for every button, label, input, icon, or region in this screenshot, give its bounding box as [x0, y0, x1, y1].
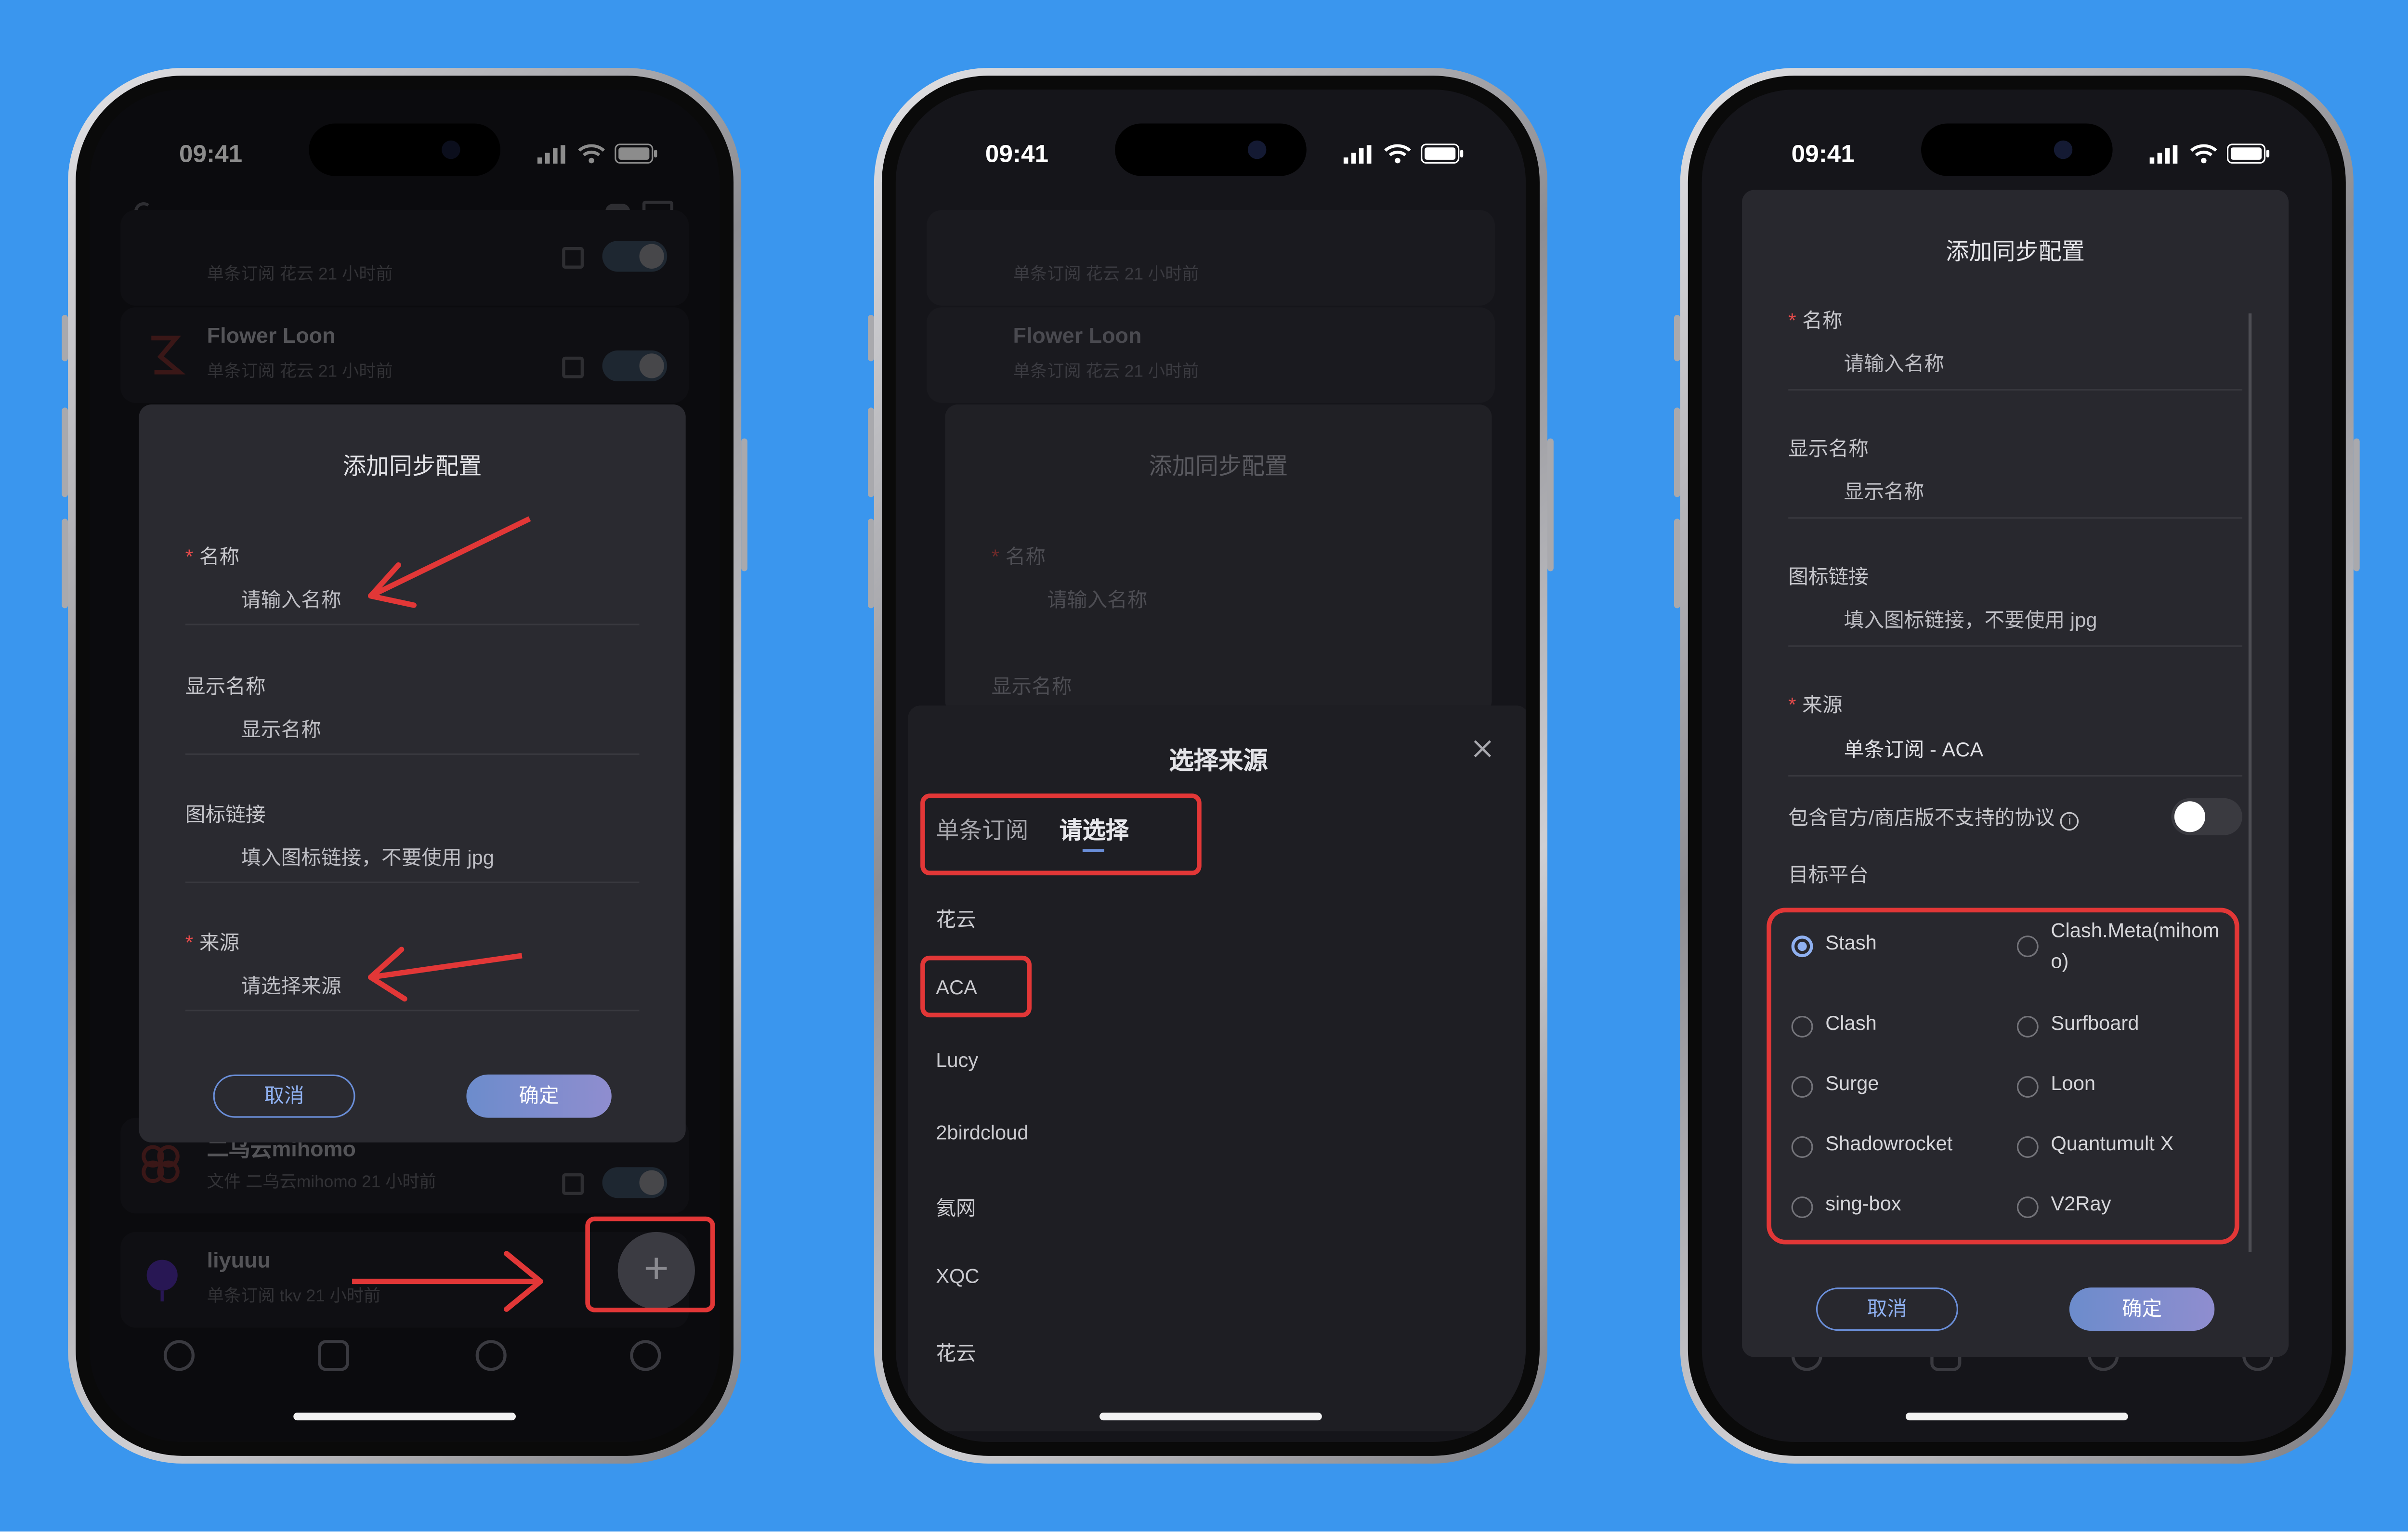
- unsupported-protocol-toggle[interactable]: [2171, 798, 2242, 835]
- icon-url-label: 图标链接: [1788, 565, 1869, 588]
- status-icons: [1343, 143, 1464, 164]
- wifi-icon: [2190, 144, 2217, 164]
- source-label: * 来源: [1788, 693, 1843, 716]
- name-label: * 名称: [1788, 309, 1843, 332]
- display-name-label: 显示名称: [185, 675, 266, 698]
- name-label: * 名称: [185, 545, 240, 569]
- select-source-sheet: 选择来源 单条订阅 请选择 花云 ACA Lucy 2birdcloud 氦网 …: [908, 705, 1526, 1431]
- dialog-title: 添加同步配置: [342, 454, 482, 480]
- phone-1-screen: 09:41 同步 ? 单条订阅 花云 21 小时前 Flower Loon 单条…: [89, 89, 720, 1442]
- source-option[interactable]: 花云: [936, 903, 976, 933]
- display-name-input[interactable]: 显示名称: [1844, 476, 1924, 505]
- phone-2: 09:41 同步 单条订阅 花云 21 小时前 Flower Loon单条订阅 …: [868, 68, 1554, 1464]
- info-icon[interactable]: i: [2060, 812, 2079, 831]
- cellular-icon: [2149, 144, 2178, 163]
- source-option[interactable]: Lucy: [936, 1048, 978, 1071]
- item-subtitle: 单条订阅 花云 21 小时前: [1013, 265, 1199, 285]
- name-input[interactable]: 请输入名称: [1844, 347, 1944, 377]
- highlight-tabs: [920, 793, 1202, 876]
- settings-icon[interactable]: [630, 1340, 661, 1371]
- list-item: Flower Loon 单条订阅 花云 21 小时前: [926, 307, 1495, 403]
- bottom-tab-bar: [90, 1322, 720, 1383]
- icon-url-input[interactable]: 填入图标链接，不要使用 jpg: [241, 842, 494, 871]
- arrow-annotation-source: [367, 947, 523, 1002]
- add-sync-dialog: 添加同步配置 * 名称 请输入名称 显示名称 显示名称 图标链接 填入图标链接，不…: [1742, 190, 2289, 1357]
- link-icon[interactable]: [163, 1340, 195, 1371]
- phone-3: 09:41 添加同步配置 * 名称 请输入名称 显示名称 显示名称 图标链接 填入…: [1674, 68, 2360, 1464]
- target-platform-label: 目标平台: [1788, 863, 1869, 886]
- display-name-input[interactable]: 显示名称: [241, 713, 321, 742]
- cellular-icon: [1343, 144, 1372, 163]
- source-option[interactable]: 花云: [936, 1337, 976, 1366]
- scrollbar[interactable]: [2248, 313, 2252, 1252]
- source-select[interactable]: 单条订阅 - ACA: [1844, 733, 1984, 763]
- dynamic-island: [1921, 123, 2113, 176]
- confirm-button[interactable]: 确定: [466, 1074, 612, 1118]
- wifi-icon: [1384, 144, 1411, 164]
- home-indicator: [293, 1413, 516, 1421]
- status-time: 09:41: [1791, 142, 1855, 169]
- source-option[interactable]: XQC: [936, 1264, 979, 1287]
- name-label: * 名称: [991, 545, 1046, 569]
- grid-icon[interactable]: [318, 1340, 349, 1371]
- display-name-label: 显示名称: [991, 675, 1072, 698]
- cancel-button[interactable]: 取消: [213, 1074, 355, 1118]
- phone-3-screen: 09:41 添加同步配置 * 名称 请输入名称 显示名称 显示名称 图标链接 填入…: [1701, 89, 2332, 1442]
- name-input: 请输入名称: [1047, 588, 1148, 611]
- home-indicator: [1099, 1413, 1322, 1421]
- sync-icon[interactable]: [475, 1340, 507, 1371]
- display-name-label: 显示名称: [1788, 437, 1869, 460]
- arrow-annotation-fab: [352, 1251, 543, 1312]
- unsupported-protocol-label: 包含官方/商店版不支持的协议 i: [1788, 801, 2079, 831]
- highlight-aca: [920, 955, 1032, 1018]
- highlight-platforms: [1767, 908, 2239, 1245]
- phone-2-screen: 09:41 同步 单条订阅 花云 21 小时前 Flower Loon单条订阅 …: [895, 89, 1526, 1442]
- battery-icon: [2226, 143, 2270, 164]
- highlight-fab: [585, 1216, 715, 1312]
- status-time: 09:41: [985, 142, 1049, 169]
- add-sync-dialog-dimmed: 添加同步配置 * 名称 请输入名称 显示名称: [945, 404, 1492, 714]
- status-icons: [2149, 143, 2270, 164]
- source-option[interactable]: 2birdcloud: [936, 1121, 1028, 1144]
- icon-url-label: 图标链接: [185, 803, 266, 826]
- battery-icon: [1421, 143, 1464, 164]
- source-label: * 来源: [185, 931, 240, 954]
- item-subtitle: 单条订阅 花云 21 小时前: [1013, 363, 1199, 382]
- icon-url-input[interactable]: 填入图标链接，不要使用 jpg: [1844, 604, 2097, 633]
- cancel-button[interactable]: 取消: [1816, 1287, 1958, 1331]
- sheet-title: 选择来源: [1169, 749, 1268, 775]
- source-select[interactable]: 请选择来源: [241, 970, 341, 999]
- close-icon[interactable]: [1473, 740, 1492, 758]
- dynamic-island: [1115, 123, 1307, 176]
- source-option[interactable]: 氦网: [936, 1192, 976, 1221]
- home-indicator: [1905, 1413, 2128, 1421]
- phone-1: 09:41 同步 ? 单条订阅 花云 21 小时前 Flower Loon 单条…: [62, 68, 747, 1464]
- arrow-annotation-name: [367, 516, 531, 608]
- list-item: 单条订阅 花云 21 小时前: [926, 210, 1495, 306]
- dialog-title: 添加同步配置: [1946, 239, 2085, 266]
- dialog-title: 添加同步配置: [1149, 454, 1288, 480]
- name-input[interactable]: 请输入名称: [241, 584, 341, 613]
- confirm-button[interactable]: 确定: [2069, 1287, 2215, 1331]
- item-title: Flower Loon: [1013, 323, 1142, 348]
- tutorial-canvas: 09:41 同步 ? 单条订阅 花云 21 小时前 Flower Loon 单条…: [0, 0, 2408, 1532]
